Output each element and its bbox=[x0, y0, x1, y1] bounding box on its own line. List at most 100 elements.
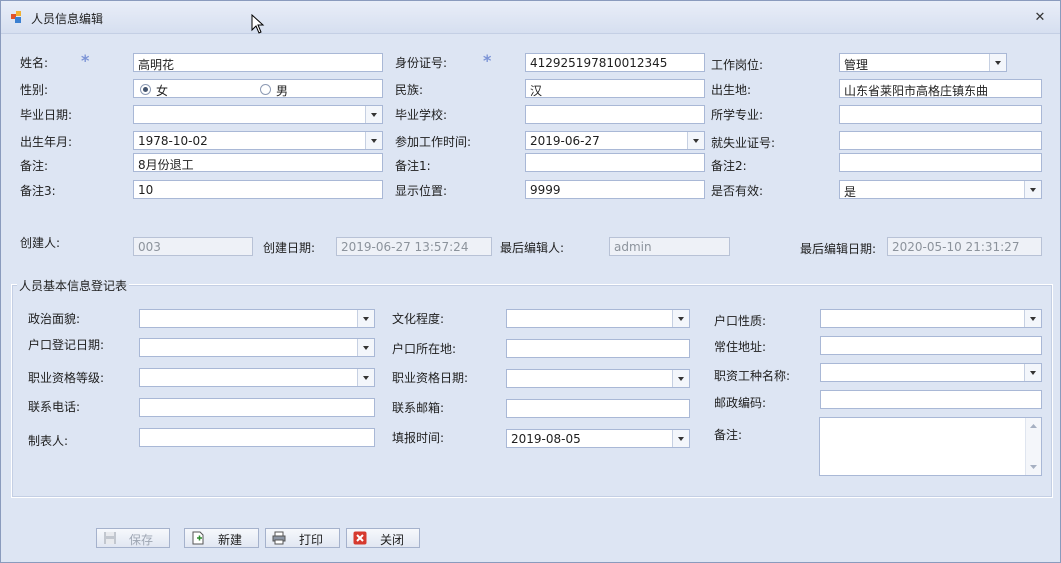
scroll-arrows-icon bbox=[1030, 424, 1037, 469]
hukou-type-select[interactable] bbox=[820, 309, 1042, 328]
new-button[interactable]: 新建 bbox=[184, 528, 259, 548]
close-button[interactable]: 关闭 bbox=[346, 528, 420, 548]
chevron-down-icon[interactable] bbox=[687, 132, 704, 149]
creator-label: 创建人: bbox=[20, 236, 61, 250]
print-label: 打印 bbox=[299, 533, 324, 547]
birth-date-picker[interactable]: 1978-10-02 bbox=[133, 131, 383, 150]
display-pos-label: 显示位置: bbox=[395, 184, 448, 198]
hukou-reg-date-label: 户口登记日期: bbox=[28, 338, 105, 352]
chevron-down-icon[interactable] bbox=[1024, 364, 1041, 381]
save-button[interactable]: 保存 bbox=[96, 528, 170, 548]
chevron-down-icon[interactable] bbox=[989, 54, 1006, 71]
created-date-label: 创建日期: bbox=[263, 241, 316, 255]
close-red-icon bbox=[353, 531, 367, 545]
chevron-down-icon[interactable] bbox=[357, 369, 374, 386]
qual-date-label: 职业资格日期: bbox=[392, 371, 469, 385]
ethnic-label: 民族: bbox=[395, 83, 424, 97]
birthplace-input[interactable]: 山东省莱阳市高格庄镇东曲 bbox=[839, 79, 1042, 98]
remark-label: 备注: bbox=[714, 428, 743, 442]
fill-time-picker[interactable]: 2019-08-05 bbox=[506, 429, 690, 448]
remark-textarea[interactable] bbox=[819, 417, 1042, 476]
basic-info-group-title: 人员基本信息登记表 bbox=[17, 277, 130, 294]
gender-label: 性别: bbox=[20, 83, 49, 97]
print-button[interactable]: 打印 bbox=[265, 528, 340, 548]
note3-input[interactable]: 10 bbox=[133, 180, 383, 199]
employ-cert-input[interactable] bbox=[839, 131, 1042, 150]
name-input[interactable]: 高明花 bbox=[133, 53, 383, 72]
close-label: 关闭 bbox=[380, 533, 405, 547]
address-input[interactable] bbox=[820, 336, 1042, 355]
gender-male-radio[interactable] bbox=[260, 84, 271, 95]
major-input[interactable] bbox=[839, 105, 1042, 124]
chevron-down-icon[interactable] bbox=[672, 430, 689, 447]
phone-label: 联系电话: bbox=[28, 400, 81, 414]
chevron-down-icon[interactable] bbox=[672, 310, 689, 327]
job-type-select[interactable] bbox=[820, 363, 1042, 382]
id-input[interactable]: 412925197810012345 bbox=[525, 53, 705, 72]
save-label: 保存 bbox=[129, 533, 154, 547]
chevron-down-icon[interactable] bbox=[357, 339, 374, 356]
qual-date-picker[interactable] bbox=[506, 369, 690, 388]
chevron-down-icon[interactable] bbox=[365, 132, 382, 149]
creator-field: 003 bbox=[133, 237, 253, 256]
note-input[interactable]: 8月份退工 bbox=[133, 153, 383, 172]
last-edit-date-label: 最后编辑日期: bbox=[800, 242, 877, 256]
address-label: 常住地址: bbox=[714, 340, 767, 354]
last-editor-field: admin bbox=[609, 237, 730, 256]
id-label: 身份证号: bbox=[395, 56, 448, 70]
title-bar[interactable]: 人员信息编辑 ✕ bbox=[1, 1, 1060, 34]
qual-level-select[interactable] bbox=[139, 368, 375, 387]
required-star: * bbox=[81, 51, 90, 70]
gender-group: 女 男 bbox=[133, 79, 383, 98]
chevron-down-icon[interactable] bbox=[1024, 310, 1041, 327]
note-label: 备注: bbox=[20, 159, 49, 173]
last-editor-label: 最后编辑人: bbox=[500, 241, 565, 255]
job-label: 工作岗位: bbox=[711, 58, 764, 72]
gender-female-radio[interactable] bbox=[140, 84, 151, 95]
gender-female-label: 女 bbox=[156, 84, 169, 98]
workstart-label: 参加工作时间: bbox=[395, 135, 472, 149]
hukou-reg-date-picker[interactable] bbox=[139, 338, 375, 357]
note1-input[interactable] bbox=[525, 153, 705, 172]
phone-input[interactable] bbox=[139, 398, 375, 417]
ethnic-input[interactable]: 汉 bbox=[525, 79, 705, 98]
education-select[interactable] bbox=[506, 309, 690, 328]
job-select[interactable]: 管理 bbox=[839, 53, 1007, 72]
birth-label: 出生年月: bbox=[20, 135, 73, 149]
last-edit-date-field: 2020-05-10 21:31:27 bbox=[887, 237, 1042, 256]
mouse-cursor-icon bbox=[251, 14, 265, 34]
hukou-loc-input[interactable] bbox=[506, 339, 690, 358]
chevron-down-icon[interactable] bbox=[1024, 181, 1041, 198]
qual-level-label: 职业资格等级: bbox=[28, 371, 105, 385]
fill-time-label: 填报时间: bbox=[392, 431, 445, 445]
grad-date-picker[interactable] bbox=[133, 105, 383, 124]
chevron-down-icon[interactable] bbox=[672, 370, 689, 387]
note2-input[interactable] bbox=[839, 153, 1042, 172]
education-label: 文化程度: bbox=[392, 312, 445, 326]
political-select[interactable] bbox=[139, 309, 375, 328]
job-type-label: 职资工种名称: bbox=[714, 369, 791, 383]
employ-cert-label: 就失业证号: bbox=[711, 136, 776, 150]
close-icon[interactable]: ✕ bbox=[1032, 10, 1048, 26]
new-label: 新建 bbox=[218, 533, 243, 547]
workstart-date-picker[interactable]: 2019-06-27 bbox=[525, 131, 705, 150]
maker-input[interactable] bbox=[139, 428, 375, 447]
save-icon bbox=[104, 532, 116, 544]
email-input[interactable] bbox=[506, 399, 690, 418]
name-label: 姓名: bbox=[20, 56, 49, 70]
chevron-down-icon[interactable] bbox=[357, 310, 374, 327]
new-document-icon bbox=[192, 531, 204, 545]
remark-scrollbar[interactable] bbox=[1025, 418, 1041, 475]
valid-label: 是否有效: bbox=[711, 184, 764, 198]
school-input[interactable] bbox=[525, 105, 705, 124]
note1-label: 备注1: bbox=[395, 159, 431, 173]
email-label: 联系邮箱: bbox=[392, 401, 445, 415]
birthplace-label: 出生地: bbox=[711, 83, 752, 97]
required-star: * bbox=[483, 51, 492, 70]
maker-label: 制表人: bbox=[28, 434, 69, 448]
chevron-down-icon[interactable] bbox=[365, 106, 382, 123]
hukou-type-label: 户口性质: bbox=[714, 314, 767, 328]
valid-select[interactable]: 是 bbox=[839, 180, 1042, 199]
display-pos-input[interactable]: 9999 bbox=[525, 180, 705, 199]
postcode-input[interactable] bbox=[820, 390, 1042, 409]
